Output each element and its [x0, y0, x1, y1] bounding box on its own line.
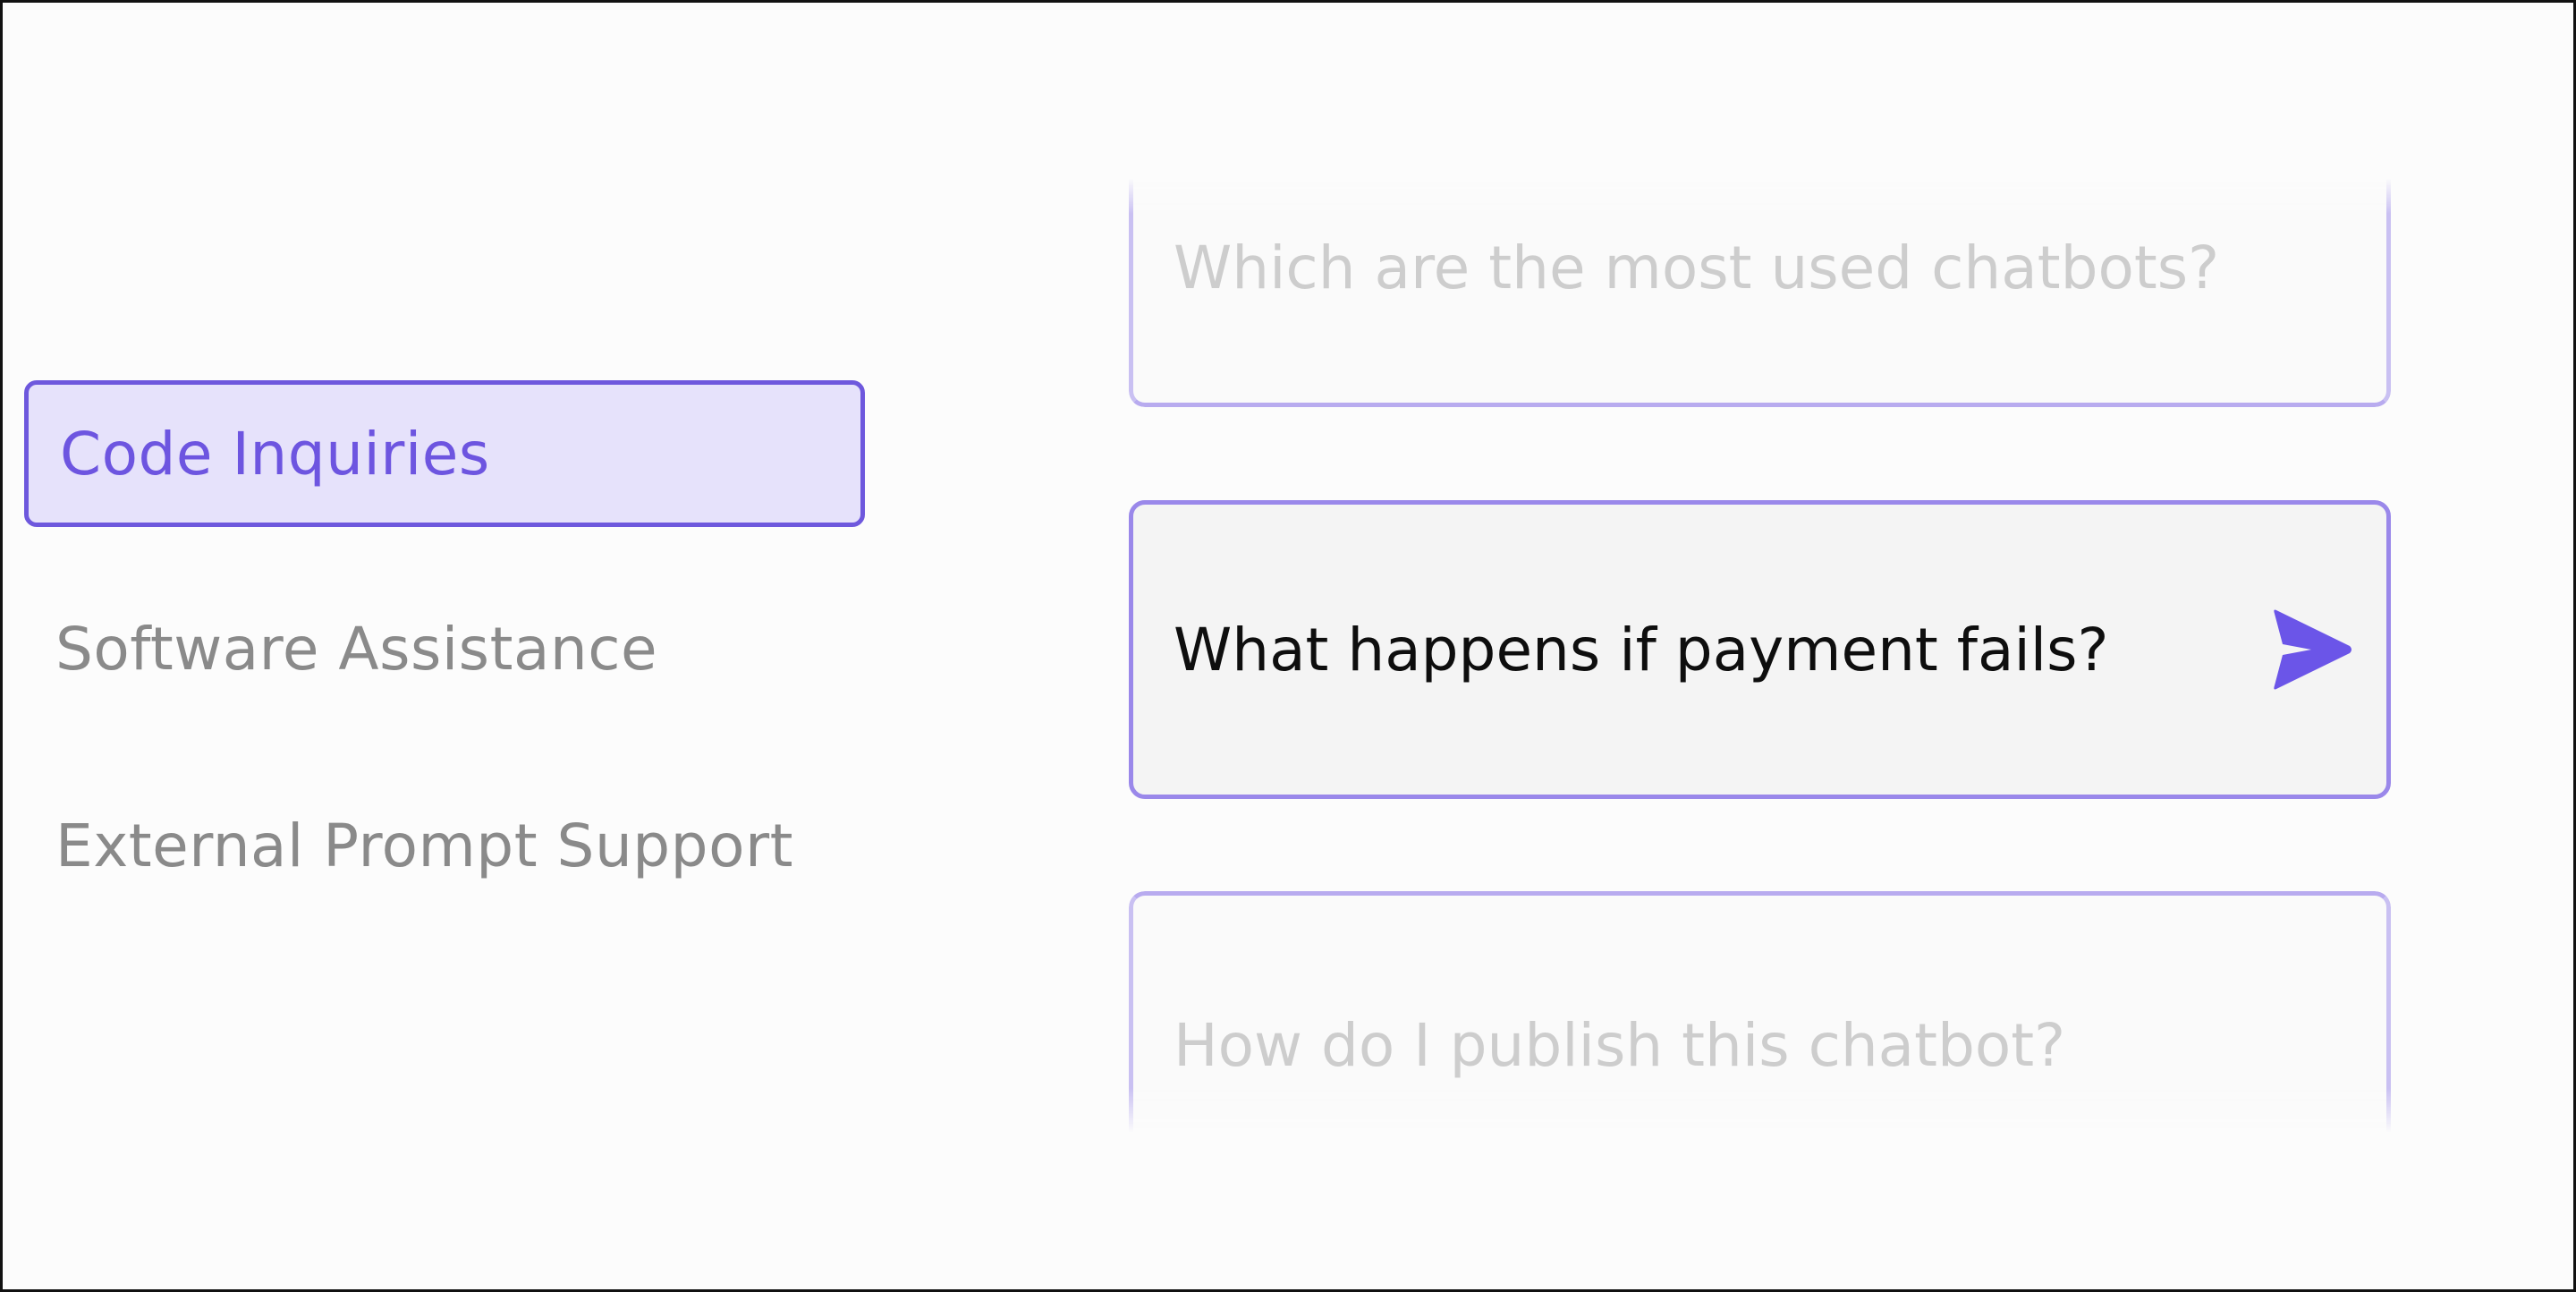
app-frame: Code Inquiries Software Assistance Exter… — [0, 0, 2576, 1292]
prompt-text: Which are the most used chatbots? — [1174, 234, 2220, 302]
category-label: External Prompt Support — [55, 811, 793, 880]
category-code-inquiries[interactable]: Code Inquiries — [24, 380, 865, 527]
prompt-card-previous[interactable]: Which are the most used chatbots? — [1129, 178, 2391, 407]
prompt-text: How do I publish this chatbot? — [1174, 1011, 2066, 1080]
category-label: Software Assistance — [55, 614, 658, 684]
category-label: Code Inquiries — [60, 419, 490, 489]
prompt-text: What happens if payment fails? — [1174, 615, 2109, 684]
prompt-card-selected[interactable]: What happens if payment fails? — [1129, 500, 2391, 799]
category-external-prompt-support[interactable]: External Prompt Support — [24, 772, 865, 919]
send-arrow-icon[interactable] — [2268, 607, 2354, 693]
category-software-assistance[interactable]: Software Assistance — [24, 575, 865, 722]
prompt-card-next[interactable]: How do I publish this chatbot? — [1129, 891, 2391, 1133]
